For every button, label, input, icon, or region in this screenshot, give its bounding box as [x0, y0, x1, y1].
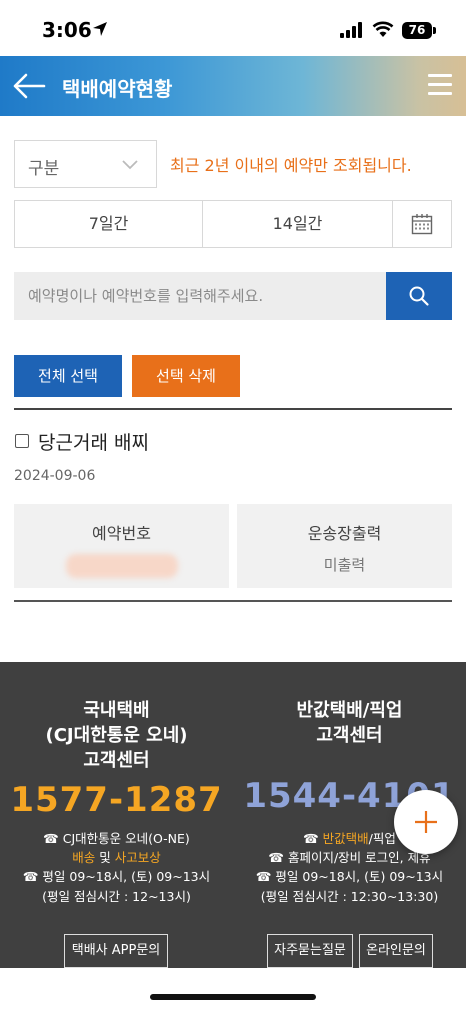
app-header: 택배예약현황	[0, 56, 466, 116]
delete-selected-button[interactable]: 선택 삭제	[132, 355, 240, 397]
reservation-number-label: 예약번호	[92, 524, 151, 543]
category-select-value: 구분	[28, 159, 60, 179]
calendar-button[interactable]	[393, 201, 451, 247]
list-bottom-divider	[14, 600, 452, 602]
reservation-title: 당근거래 배찌	[38, 432, 149, 454]
domestic-info-line-1: ☎ CJ대한통운 오네(O-NE)	[43, 831, 190, 846]
period-7-days-button[interactable]: 7일간	[15, 201, 203, 247]
reservation-number-card: 예약번호	[14, 504, 229, 588]
domestic-center-title-3: 고객센터	[83, 750, 150, 771]
list-top-divider	[14, 408, 452, 410]
plus-icon	[415, 811, 437, 833]
conjunction-text: 및	[95, 850, 115, 865]
search-input[interactable]	[14, 272, 386, 320]
bottom-safe-area	[0, 968, 466, 1009]
reservation-checkbox[interactable]	[15, 434, 29, 448]
search-box	[14, 272, 386, 320]
delivery-link[interactable]: 배송	[72, 850, 95, 865]
waybill-print-status: 미출력	[323, 556, 366, 574]
search-icon	[409, 286, 429, 306]
faq-button[interactable]: 자주묻는질문	[267, 934, 353, 968]
chevron-down-icon	[122, 160, 138, 170]
half-price-center-title-1: 반값택배/픽업	[296, 700, 403, 721]
home-indicator[interactable]	[150, 994, 316, 1000]
waybill-print-card[interactable]: 운송장출력 미출력	[237, 504, 452, 588]
half-price-lunch-hours: (평일 점심시간 : 12:30~13:30)	[260, 889, 439, 904]
domestic-center-title-2: (CJ대한통운 오네)	[45, 725, 188, 746]
online-inquiry-button[interactable]: 온라인문의	[359, 934, 433, 968]
search-button[interactable]	[386, 272, 452, 320]
courier-app-inquiry-button[interactable]: 택배사 APP문의	[64, 934, 168, 968]
accident-compensation-link[interactable]: 사고보상	[115, 850, 161, 865]
period-selector: 7일간 14일간	[14, 200, 452, 248]
status-time: 3:06	[42, 18, 92, 42]
pickup-text: /픽업	[368, 831, 396, 846]
page-title: 택배예약현황	[62, 77, 173, 101]
phone-symbol: ☎	[303, 831, 323, 846]
battery-indicator: 76	[402, 22, 432, 39]
status-bar: 3:06 76	[0, 0, 466, 56]
half-price-hours: ☎ 평일 09~18시, (토) 09~13시	[255, 869, 444, 884]
domestic-lunch-hours: (평일 점심시간 : 12~13시)	[42, 889, 191, 904]
select-all-button[interactable]: 전체 선택	[14, 355, 122, 397]
domestic-hours: ☎ 평일 09~18시, (토) 09~13시	[22, 869, 211, 884]
floating-add-button[interactable]	[394, 790, 458, 854]
reservation-number-redacted	[66, 554, 178, 578]
domestic-phone-number[interactable]: 1577-1287	[0, 780, 233, 820]
cellular-signal-icon	[340, 22, 362, 38]
waybill-print-label: 운송장출력	[307, 524, 382, 543]
wifi-icon	[372, 21, 394, 37]
period-14-days-button[interactable]: 14일간	[203, 201, 393, 247]
domestic-info-line-2: 배송 및 사고보상	[0, 847, 233, 866]
category-select[interactable]: 구분	[14, 140, 157, 188]
battery-tip	[433, 27, 436, 34]
location-arrow-icon	[93, 22, 107, 36]
back-arrow-icon[interactable]	[12, 72, 46, 100]
hamburger-menu-icon[interactable]	[428, 74, 454, 98]
reservation-date: 2024-09-06	[14, 468, 96, 484]
calendar-icon	[411, 214, 433, 235]
domestic-center-title-1: 국내택배	[83, 700, 150, 721]
half-price-center-title-2: 고객센터	[316, 725, 383, 746]
half-price-delivery-link[interactable]: 반값택배	[323, 831, 369, 846]
period-notice: 최근 2년 이내의 예약만 조회됩니다.	[170, 156, 412, 175]
